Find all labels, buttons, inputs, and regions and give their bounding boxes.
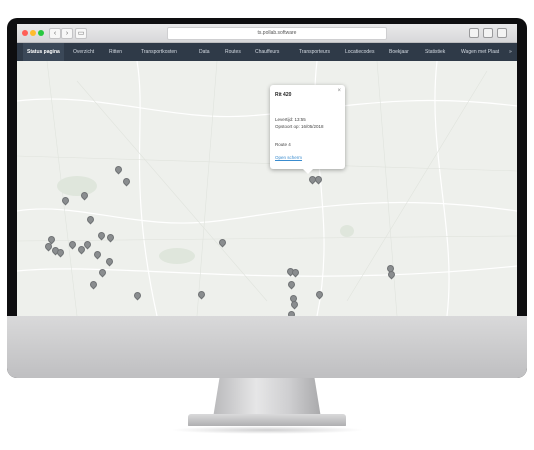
tab-transporteurs[interactable]: Transporteurs (299, 43, 330, 61)
browser-chrome: ‹ › ▭ ts.pollab.software (17, 24, 517, 43)
address-text: ts.pollab.software (257, 30, 297, 36)
tabs-icon[interactable] (497, 28, 507, 38)
maximize-window-icon[interactable] (38, 30, 44, 36)
tab-statistiek[interactable]: Statistiek (425, 43, 445, 61)
popup-levertijd: Levertijd: 13:55 (275, 117, 306, 122)
minimize-window-icon[interactable] (30, 30, 36, 36)
tab-data[interactable]: Data (199, 43, 210, 61)
map-view[interactable] (17, 61, 517, 316)
address-bar[interactable]: ts.pollab.software (167, 27, 387, 40)
back-button[interactable]: ‹ (49, 28, 61, 39)
popup-date: Opstoort op: 16/05/2018 (275, 124, 324, 129)
tab-wagen-met-plaat[interactable]: Wagen met Plaat (461, 43, 499, 61)
stand-shadow (170, 426, 364, 434)
popup-route: Route 4 (275, 142, 291, 147)
tab-ritten[interactable]: Ritten (109, 43, 122, 61)
map-roads (17, 61, 517, 316)
tab-transportkosten[interactable]: Transportkosten (141, 43, 177, 61)
more-tabs-button[interactable]: » (509, 43, 512, 61)
extension-icon[interactable] (469, 28, 479, 38)
share-icon[interactable] (483, 28, 493, 38)
tab-locatiecodes[interactable]: Locatiecodes (345, 43, 374, 61)
monitor-stand-neck (213, 378, 321, 418)
tab-chauffeurs[interactable]: Chauffeurs (255, 43, 279, 61)
screen: ‹ › ▭ ts.pollab.software Status pagina O… (17, 24, 517, 316)
popup-title: Rit 420 (275, 92, 292, 98)
tab-status-pagina[interactable]: Status pagina (23, 43, 64, 61)
tab-boekjaar[interactable]: Boekjaar (389, 43, 409, 61)
map-popup: × Rit 420 Levertijd: 13:55 Opstoort op: … (270, 85, 345, 174)
tab-routes[interactable]: Routes (225, 43, 241, 61)
popup-open-link[interactable]: Open scherm (275, 155, 302, 160)
app-navigation: Status pagina Overzicht Ritten Transport… (17, 43, 517, 61)
close-window-icon[interactable] (22, 30, 28, 36)
tab-overzicht[interactable]: Overzicht (73, 43, 94, 61)
forward-button[interactable]: › (61, 28, 73, 39)
sidebar-icon[interactable]: ▭ (75, 28, 87, 39)
close-icon[interactable]: × (337, 88, 341, 94)
monitor-chin (7, 316, 527, 378)
